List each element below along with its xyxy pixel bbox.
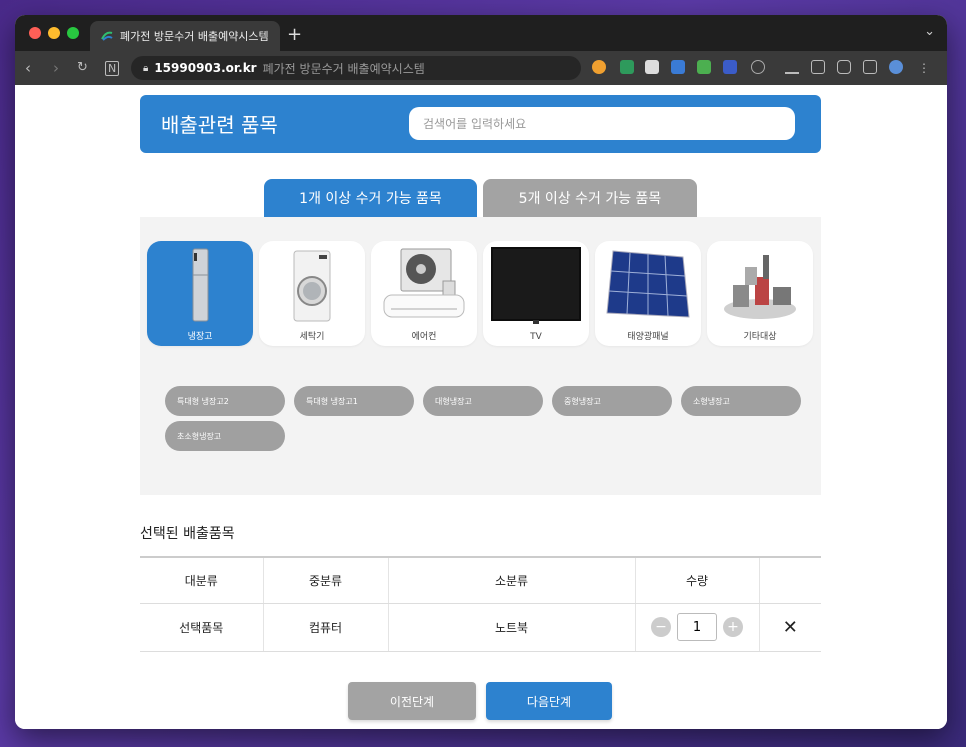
cast-icon[interactable] [811, 60, 825, 74]
solar-panel-icon [606, 250, 690, 318]
column-header: 소분류 [388, 557, 636, 604]
menu-kebab-icon[interactable]: ⋮ [918, 61, 930, 75]
new-tab-button[interactable]: + [287, 24, 302, 45]
translate-extension-icon[interactable] [671, 60, 685, 74]
subcategory-chip[interactable]: 초소형냉장고 [165, 421, 285, 451]
profile-avatar-icon[interactable] [889, 60, 903, 74]
quantity-input[interactable] [677, 613, 717, 641]
column-header: 중분류 [263, 557, 389, 604]
subcategory-chip[interactable]: 특대형 냉장고2 [165, 386, 285, 416]
column-header: 대분류 [140, 557, 264, 604]
shield-extension-icon[interactable] [620, 60, 634, 74]
column-header: 수량 [635, 557, 760, 604]
address-bar: ‹ › ↻ N 🔒︎ 15990903.or.kr 폐가전 방문수거 배출예약시… [15, 51, 947, 85]
selected-items-title: 선택된 배출품목 [140, 526, 235, 542]
middle-category-cell: 컴퓨터 [263, 603, 389, 652]
tab-five-or-more[interactable]: 5개 이상 수거 가능 품목 [483, 179, 697, 217]
next-step-button[interactable]: 다음단계 [486, 682, 612, 720]
category-label: TV [530, 332, 542, 342]
url-field[interactable]: 🔒︎ 15990903.or.kr 폐가전 방문수거 배출예약시스템 [131, 56, 581, 80]
window-controls [29, 27, 79, 39]
major-category-cell: 선택품목 [140, 603, 264, 652]
category-label: 에어컨 [411, 332, 437, 342]
table-row: 선택품목 컴퓨터 노트북 − + ✕ [140, 603, 821, 652]
share-extension-icon[interactable] [697, 60, 711, 74]
subcategory-chip[interactable]: 중형냉장고 [552, 386, 672, 416]
category-card-solar[interactable]: 태양광패널 [595, 241, 701, 346]
tv-icon [491, 247, 581, 324]
category-label: 세탁기 [299, 332, 325, 342]
downloads-icon[interactable] [785, 60, 799, 74]
sidebar-icon[interactable] [863, 60, 877, 74]
puzzle-extension-icon[interactable] [751, 60, 765, 74]
search-input[interactable] [409, 107, 795, 140]
maximize-window-button[interactable] [67, 27, 79, 39]
screenshot-icon[interactable] [837, 60, 851, 74]
category-label: 냉장고 [187, 332, 213, 342]
selected-items-table: 대분류 중분류 소분류 수량 선택품목 컴퓨터 노트북 − 1 + ✕ [140, 556, 821, 652]
category-card-washer[interactable]: 세탁기 [259, 241, 365, 346]
column-header [759, 557, 821, 604]
misc-appliance-icon [724, 255, 796, 319]
forward-icon[interactable]: › [53, 59, 59, 77]
browser-window: 폐가전 방문수거 배출예약시스템 + ⌄ ‹ › ↻ N 🔒︎ 15990903… [15, 15, 947, 729]
header-bar: 배출관련 품목 [140, 95, 821, 153]
download-extension-icon[interactable] [723, 60, 737, 74]
prev-step-button[interactable]: 이전단계 [348, 682, 476, 720]
table-header-row: 대분류 중분류 소분류 수량 [140, 557, 821, 604]
extension-icon[interactable] [592, 60, 606, 74]
lock-icon: 🔒︎ [143, 62, 149, 74]
reload-icon[interactable]: ↻ [77, 60, 88, 75]
aircon-icon [383, 248, 465, 318]
category-card-aircon[interactable]: 에어컨 [371, 241, 477, 346]
delete-cell: ✕ [759, 603, 821, 652]
browser-tab[interactable]: 폐가전 방문수거 배출예약시스템 [90, 21, 280, 51]
close-window-button[interactable] [29, 27, 41, 39]
subcategory-chip[interactable]: 대형냉장고 [423, 386, 543, 416]
tab-title: 폐가전 방문수거 배출예약시스템 [120, 30, 269, 43]
url-page-title: 폐가전 방문수거 배출예약시스템 [262, 61, 425, 76]
category-card-misc[interactable]: 기타대상 [707, 241, 813, 346]
site-favicon-icon [101, 31, 113, 41]
category-label: 태양광패널 [627, 332, 669, 342]
quantity-cell: − + [635, 603, 760, 652]
page-title: 배출관련 품목 [161, 113, 278, 137]
category-panel: 냉장고 세탁기 에어컨 TV 태양광패널 기타대상 특대형 냉장고2 특대형 냉… [140, 217, 821, 495]
tab-one-or-more[interactable]: 1개 이상 수거 가능 품목 [264, 179, 477, 217]
notion-extension-icon[interactable]: N [105, 61, 120, 76]
minor-category-cell: 노트북 [388, 603, 636, 652]
fridge-icon [192, 248, 209, 322]
delete-icon[interactable]: ✕ [783, 617, 798, 638]
decrease-button[interactable]: − [651, 617, 671, 637]
increase-button[interactable]: + [723, 617, 743, 637]
page-content: 배출관련 품목 1개 이상 수거 가능 품목 5개 이상 수거 가능 품목 냉장… [15, 85, 947, 729]
subcategory-chip[interactable]: 특대형 냉장고1 [294, 386, 414, 416]
back-icon[interactable]: ‹ [25, 59, 31, 77]
category-card-tv[interactable]: TV [483, 241, 589, 346]
subcategory-chip[interactable]: 소형냉장고 [681, 386, 801, 416]
pen-extension-icon[interactable] [645, 60, 659, 74]
washer-icon [293, 250, 331, 322]
category-cards: 냉장고 세탁기 에어컨 TV 태양광패널 기타대상 [147, 241, 813, 346]
category-label: 기타대상 [743, 332, 777, 342]
minimize-window-button[interactable] [48, 27, 60, 39]
url-domain: 15990903.or.kr [154, 61, 257, 75]
tab-bar: 폐가전 방문수거 배출예약시스템 + ⌄ [15, 15, 947, 51]
quantity-stepper: − + [636, 613, 759, 641]
tab-search-icon[interactable]: ⌄ [924, 24, 935, 39]
category-card-fridge[interactable]: 냉장고 [147, 241, 253, 346]
